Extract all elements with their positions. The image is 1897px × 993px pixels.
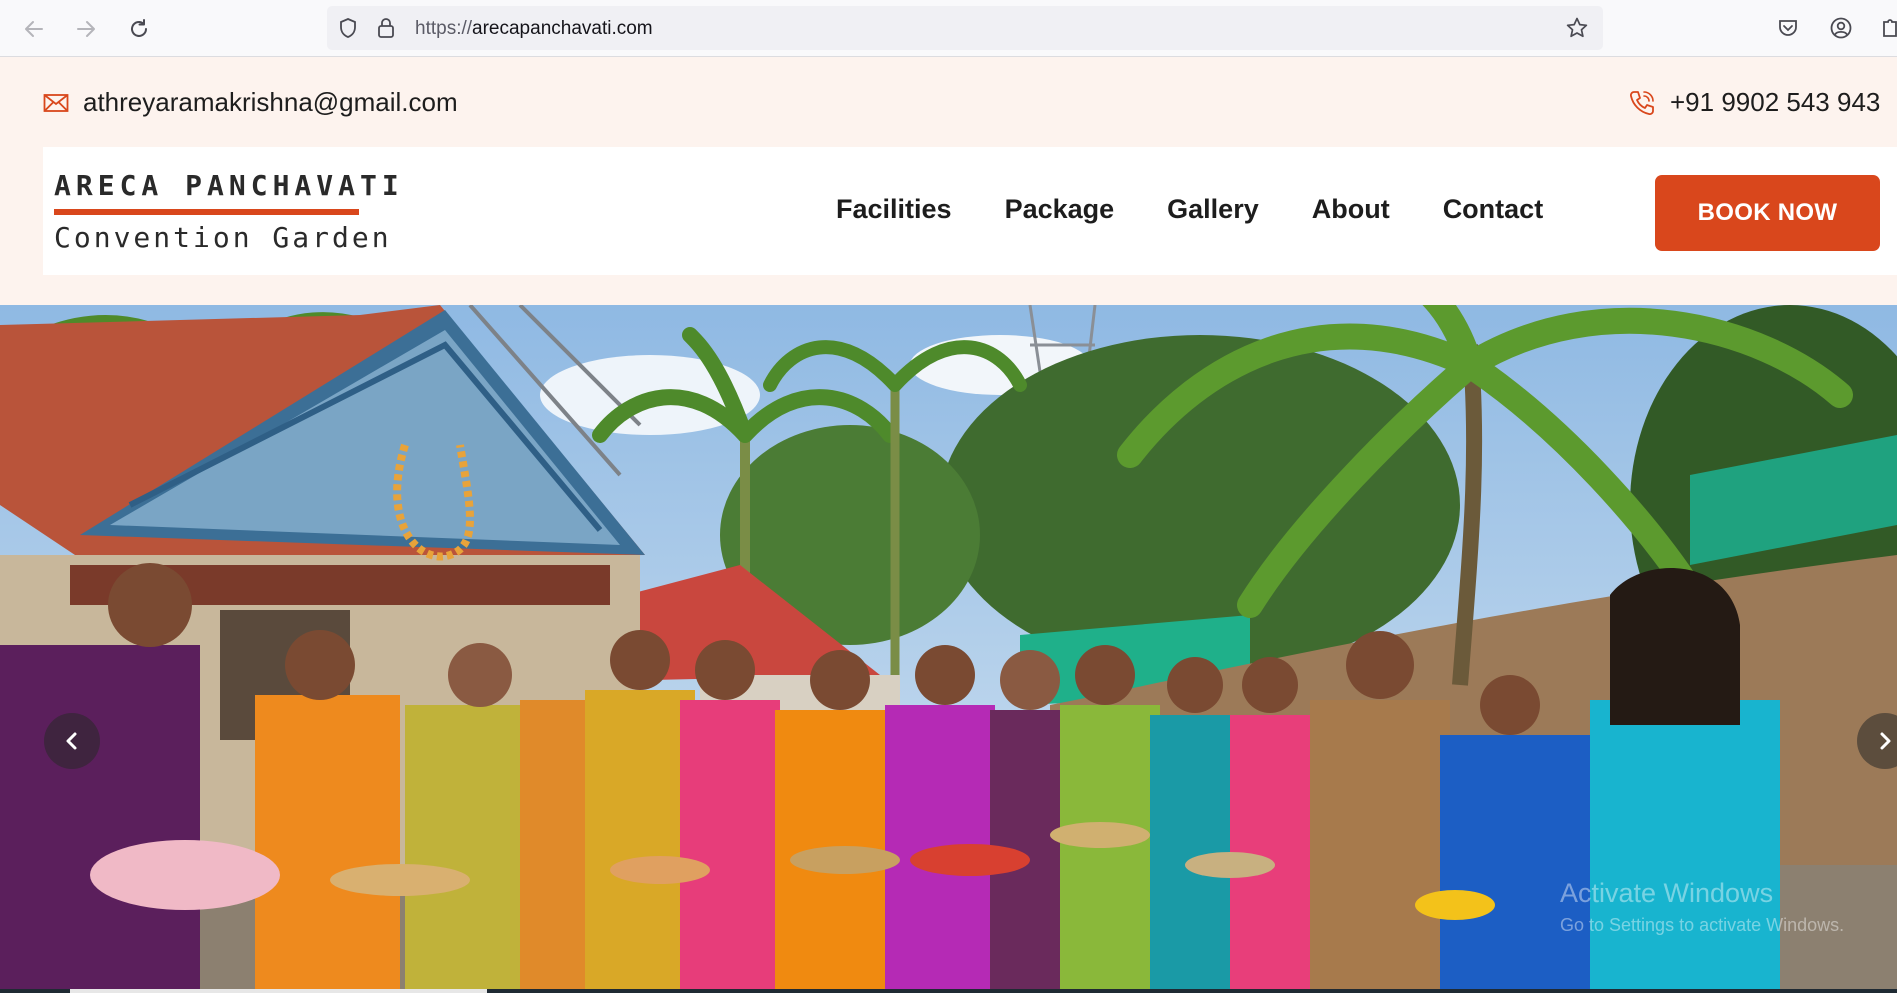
chevron-left-icon <box>66 732 77 750</box>
slide-progress-fill <box>70 989 487 993</box>
url-host: arecapanchavati.com <box>472 18 653 39</box>
nav-link-facilities[interactable]: Facilities <box>836 194 952 225</box>
phone-link[interactable]: +91 9902 543 943 <box>1628 87 1880 118</box>
phone-text: +91 9902 543 943 <box>1670 87 1881 117</box>
logo-name-bottom: Convention Garden <box>54 221 392 254</box>
back-button[interactable] <box>17 12 51 46</box>
pocket-icon[interactable] <box>1776 16 1800 40</box>
carousel-prev-button[interactable] <box>44 713 100 769</box>
extensions-icon[interactable] <box>1880 16 1897 40</box>
reload-icon <box>131 19 147 37</box>
header-wrapper: ARECA PANCHAVATI Convention Garden Facil… <box>0 147 1897 305</box>
browser-toolbar: https://arecapanchavati.com <box>0 0 1897 57</box>
logo-divider <box>54 209 359 215</box>
watermark-title: Activate Windows <box>1560 878 1774 908</box>
nav-link-package[interactable]: Package <box>1005 194 1115 225</box>
phone-icon <box>1630 90 1654 115</box>
url-scheme: https:// <box>415 18 473 39</box>
os-activation-watermark: Activate Windows Go to Settings to activ… <box>1560 877 1844 941</box>
account-icon[interactable] <box>1829 16 1853 40</box>
contact-strip: athreyaramakrishna@gmail.com +91 9902 54… <box>0 57 1897 147</box>
shield-icon[interactable] <box>337 17 359 39</box>
email-link[interactable]: athreyaramakrishna@gmail.com <box>43 87 458 118</box>
email-text: athreyaramakrishna@gmail.com <box>83 87 458 117</box>
site-header: ARECA PANCHAVATI Convention Garden Facil… <box>43 147 1897 275</box>
nav-link-about[interactable]: About <box>1312 194 1390 225</box>
chevron-right-icon <box>1880 732 1891 750</box>
site-logo[interactable]: ARECA PANCHAVATI Convention Garden <box>54 169 404 259</box>
hero-carousel: Activate Windows Go to Settings to activ… <box>0 305 1897 993</box>
main-navigation: Facilities Package Gallery About Contact <box>836 194 1596 225</box>
lock-icon[interactable] <box>376 16 396 40</box>
nav-link-gallery[interactable]: Gallery <box>1167 194 1259 225</box>
arrow-right-icon <box>77 21 95 37</box>
arrow-left-icon <box>25 21 43 37</box>
nav-link-contact[interactable]: Contact <box>1443 194 1544 225</box>
envelope-icon <box>43 93 69 112</box>
reload-button[interactable] <box>122 12 156 46</box>
star-icon[interactable] <box>1565 16 1589 40</box>
watermark-subtitle: Go to Settings to activate Windows. <box>1560 915 1845 935</box>
address-bar[interactable]: https://arecapanchavati.com <box>327 6 1603 50</box>
logo-name-top: ARECA PANCHAVATI <box>54 169 404 202</box>
forward-button[interactable] <box>69 12 103 46</box>
book-now-button[interactable]: BOOK NOW <box>1655 175 1880 251</box>
url-text: https://arecapanchavati.com <box>415 18 653 40</box>
